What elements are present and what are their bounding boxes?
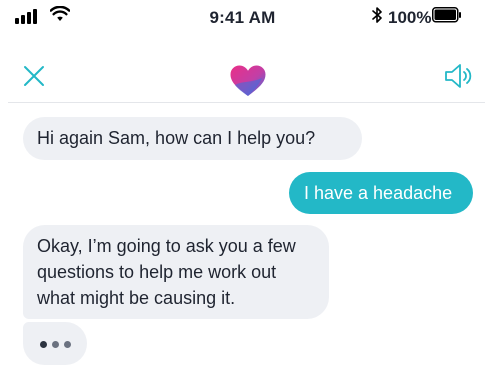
- bluetooth-icon: [372, 7, 382, 23]
- typing-dot: [40, 341, 47, 348]
- bot-message: Hi again Sam, how can I help you?: [23, 117, 362, 160]
- heart-logo: [230, 65, 266, 96]
- typing-dot: [64, 341, 71, 348]
- bot-message: Okay, I’m going to ask you a few questio…: [23, 225, 329, 319]
- status-bar: 9:41 AM 100%: [0, 0, 485, 34]
- header-divider: [8, 102, 485, 103]
- speaker-icon[interactable]: [444, 62, 474, 90]
- battery-icon: [432, 7, 461, 23]
- chat-header: [0, 34, 485, 102]
- typing-dot: [52, 341, 59, 348]
- user-message: I have a headache: [289, 172, 473, 214]
- battery-percent: 100%: [388, 8, 432, 27]
- typing-indicator: [23, 322, 87, 365]
- close-icon[interactable]: [22, 64, 46, 88]
